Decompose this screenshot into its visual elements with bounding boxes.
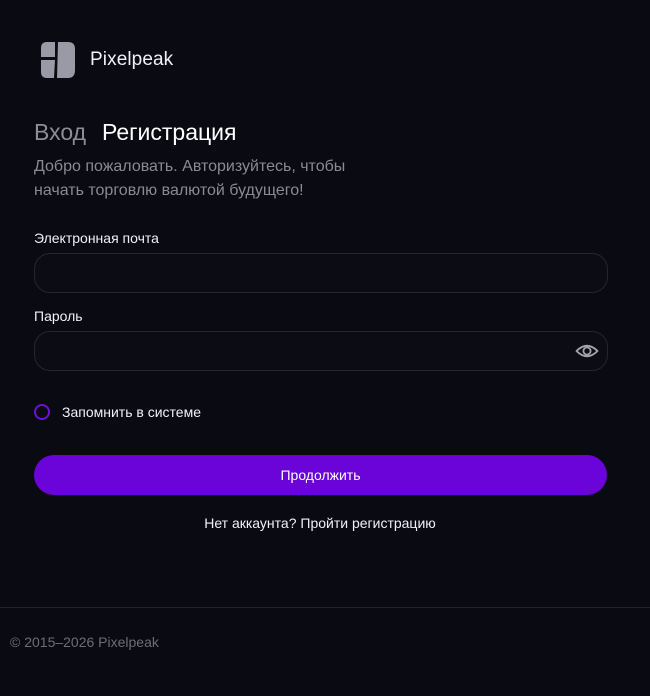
continue-button[interactable]: Продолжить [34,455,607,495]
email-field-wrapper [34,253,608,293]
tab-register[interactable]: Регистрация [102,116,236,148]
remember-me-checkbox[interactable]: Запомнить в системе [34,404,201,420]
password-field-wrapper [34,331,608,371]
copyright-text: © 2015–2026 Pixelpeak [10,634,159,650]
welcome-subtitle: Добро пожаловать. Авторизуйтесь, чтобы н… [34,158,346,199]
auth-tabs: Вход Регистрация [34,116,236,148]
password-field[interactable] [35,332,607,370]
signup-prompt: Нет аккаунта? Пройти регистрацию [0,515,640,531]
eye-icon[interactable] [575,340,599,362]
email-label: Электронная почта [34,230,159,246]
brand: Pixelpeak [38,42,173,78]
pixelpeak-logo-icon [41,42,75,78]
tab-login[interactable]: Вход [34,116,86,148]
login-page: Pixelpeak Вход Регистрация Добро пожалов… [0,0,650,696]
signup-prefix: Нет аккаунта? [204,515,297,531]
email-field[interactable] [35,254,607,292]
password-label: Пароль [34,308,83,324]
remember-radio[interactable] [34,404,50,420]
footer-divider [0,607,650,608]
remember-me-label: Запомнить в системе [62,404,201,420]
signup-link[interactable]: Пройти регистрацию [300,515,435,531]
brand-name: Pixelpeak [90,49,174,70]
